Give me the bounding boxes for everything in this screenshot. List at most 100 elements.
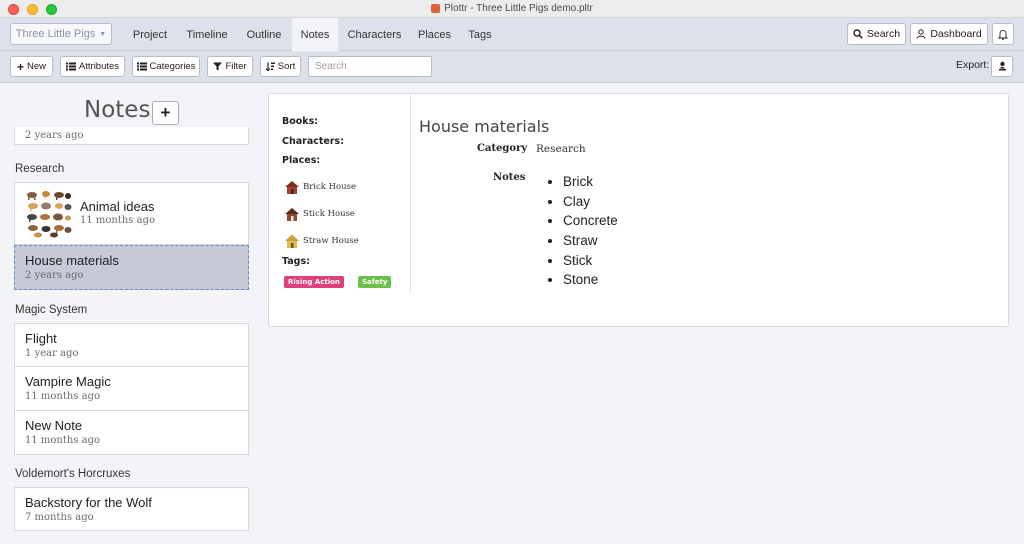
filter-button-label: Filter	[225, 61, 247, 72]
note-metadata-column: Books: Characters: Places: Brick House S…	[269, 94, 411, 294]
list-item[interactable]: 2 years ago	[14, 127, 249, 145]
zoom-window-button[interactable]	[46, 4, 57, 15]
list-item: Stone	[563, 270, 618, 290]
list-item[interactable]: Flight 1 year ago	[14, 323, 249, 367]
window-title-text: Plottr - Three Little Pigs demo.pltr	[444, 3, 593, 14]
note-timestamp: 2 years ago	[25, 130, 84, 141]
place-name: Brick House	[303, 182, 357, 192]
minimize-window-button[interactable]	[27, 4, 38, 15]
note-timestamp: 11 months ago	[25, 391, 100, 402]
place-item-stick-house[interactable]: Stick House	[284, 206, 355, 222]
new-note-button-label: New	[27, 61, 47, 72]
category-attribute-value[interactable]: Research	[536, 143, 586, 155]
place-item-straw-house[interactable]: Straw House	[284, 233, 359, 249]
export-icon	[998, 61, 1006, 71]
tab-tags[interactable]: Tags	[459, 18, 501, 51]
list-item[interactable]: Animal ideas 11 months ago	[14, 182, 249, 245]
sort-button[interactable]: Sort	[260, 56, 301, 77]
search-button[interactable]: Search	[847, 23, 906, 45]
notes-attribute-label: Notes	[493, 172, 526, 183]
note-detail-panel: Books: Characters: Places: Brick House S…	[268, 93, 1009, 327]
search-icon	[853, 29, 863, 39]
project-selector[interactable]: Three Little Pigs ▼	[10, 23, 112, 45]
user-icon	[916, 29, 926, 39]
attributes-button-label: Attributes	[78, 61, 120, 72]
note-title: Flight	[25, 331, 57, 346]
note-timestamp: 11 months ago	[80, 215, 155, 226]
list-item[interactable]: Backstory for the Wolf 7 months ago	[14, 487, 249, 531]
notes-search-input[interactable]	[308, 56, 432, 77]
main-navbar: Three Little Pigs ▼ Project Timeline Out…	[0, 18, 1024, 51]
dashboard-button-label: Dashboard	[930, 28, 982, 40]
categories-button[interactable]: Categories	[132, 56, 200, 77]
tab-project[interactable]: Project	[122, 18, 178, 51]
plus-icon: +	[160, 103, 171, 122]
notifications-button[interactable]	[992, 23, 1014, 45]
tab-timeline[interactable]: Timeline	[179, 18, 235, 51]
list-item[interactable]: New Note 11 months ago	[14, 411, 249, 455]
caret-down-icon: ▼	[99, 30, 107, 38]
list-icon	[136, 62, 147, 71]
note-title: Backstory for the Wolf	[25, 495, 152, 510]
notes-sidebar: Notes + 2 years ago Research Animal idea…	[14, 83, 249, 544]
notes-bullet-list[interactable]: Brick Clay Concrete Straw Stick Stone	[549, 172, 618, 290]
list-item: Concrete	[563, 211, 618, 231]
note-timestamp: 11 months ago	[25, 435, 100, 446]
attributes-button[interactable]: Attributes	[60, 56, 125, 77]
search-button-label: Search	[866, 28, 901, 40]
tags-label: Tags:	[282, 256, 310, 267]
new-note-button[interactable]: + New	[10, 56, 53, 77]
tab-characters[interactable]: Characters	[339, 18, 410, 51]
notes-toolbar: + New Attributes Categories Filter Sort …	[0, 51, 1024, 83]
category-label-voldemorts-horcruxes: Voldemort's Horcruxes	[15, 468, 131, 480]
tag-safety[interactable]: Safety	[358, 276, 392, 288]
brick-house-icon	[285, 181, 299, 194]
window-controls	[8, 4, 57, 15]
note-timestamp: 7 months ago	[25, 512, 94, 523]
note-timestamp: 2 years ago	[25, 270, 84, 281]
close-window-button[interactable]	[8, 4, 19, 15]
note-title: House materials	[25, 253, 119, 268]
categories-button-label: Categories	[149, 61, 196, 72]
list-item[interactable]: House materials 2 years ago	[14, 245, 249, 290]
tag-rising-action[interactable]: Rising Action	[284, 276, 344, 288]
straw-house-icon	[285, 234, 299, 248]
tab-outline[interactable]: Outline	[237, 18, 291, 51]
note-title: New Note	[25, 418, 83, 433]
filter-button[interactable]: Filter	[207, 56, 253, 77]
filter-icon	[213, 62, 223, 71]
stick-house-icon	[285, 208, 299, 221]
list-icon	[65, 62, 76, 71]
place-item-brick-house[interactable]: Brick House	[284, 179, 356, 195]
notes-heading: Notes	[84, 97, 151, 123]
plottr-app-icon	[431, 4, 441, 13]
animal-collage-thumbnail	[27, 191, 72, 238]
category-label-magic-system: Magic System	[15, 304, 88, 316]
sort-button-label: Sort	[277, 61, 296, 72]
export-button[interactable]	[991, 56, 1013, 77]
project-selector-label: Three Little Pigs	[15, 28, 96, 40]
place-name: Stick House	[303, 209, 355, 219]
export-label: Export:	[956, 59, 990, 71]
sort-icon	[265, 62, 275, 71]
note-title: Animal ideas	[80, 199, 155, 214]
books-label: Books:	[282, 116, 319, 127]
list-item[interactable]: Vampire Magic 11 months ago	[14, 367, 249, 411]
tab-notes[interactable]: Notes	[292, 18, 338, 51]
plus-icon: +	[16, 59, 24, 74]
places-label: Places:	[282, 155, 321, 166]
tab-places[interactable]: Places	[411, 18, 458, 51]
note-title-heading[interactable]: House materials	[419, 117, 549, 136]
characters-label: Characters:	[282, 136, 344, 147]
dashboard-button[interactable]: Dashboard	[910, 23, 988, 45]
window-title: Plottr - Three Little Pigs demo.pltr	[431, 3, 593, 14]
category-label-research: Research	[15, 163, 65, 175]
list-item: Straw	[563, 231, 618, 251]
note-timestamp: 1 year ago	[25, 348, 79, 359]
add-note-button[interactable]: +	[152, 101, 179, 125]
category-attribute-label: Category	[477, 143, 528, 154]
place-name: Straw House	[303, 236, 359, 246]
note-title: Vampire Magic	[25, 374, 111, 389]
window-titlebar: Plottr - Three Little Pigs demo.pltr	[0, 0, 1024, 18]
bell-icon	[998, 29, 1008, 40]
